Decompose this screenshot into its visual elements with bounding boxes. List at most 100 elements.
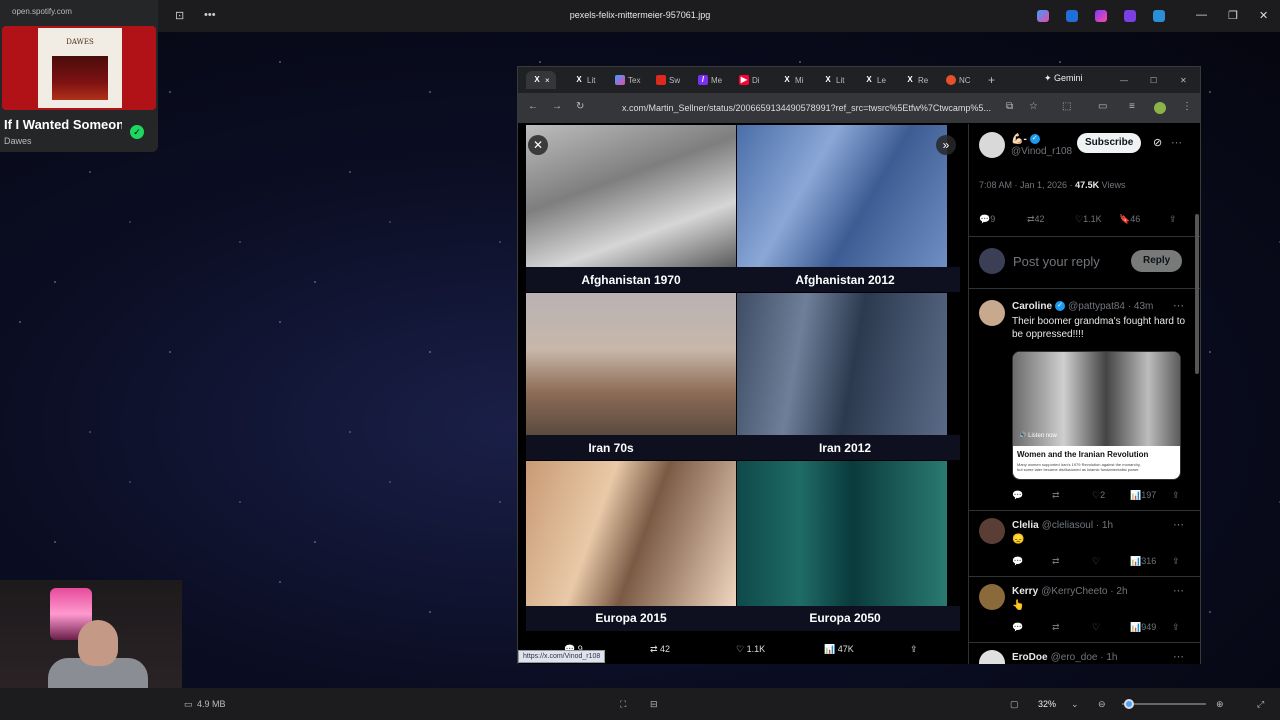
reply-action[interactable]: 💬 (1012, 556, 1023, 567)
tab-active[interactable]: X × (526, 71, 556, 89)
post-time[interactable]: 7:08 AM · Jan 1, 2026 (979, 180, 1067, 190)
more-icon[interactable]: ⋯ (1171, 136, 1182, 149)
spotify-mini-player[interactable]: open.spotify.com DAWES If I Wanted Someo… (0, 0, 158, 152)
tab[interactable]: X Lit (574, 71, 595, 89)
new-tab-button[interactable]: + (988, 71, 995, 89)
edit-icon[interactable] (1066, 10, 1078, 22)
avatar[interactable] (979, 132, 1005, 158)
avatar[interactable] (979, 650, 1005, 664)
views-action[interactable]: 📊 316 (1130, 556, 1156, 567)
more-icon[interactable]: ⋯ (1173, 299, 1184, 312)
profile-avatar[interactable] (1154, 102, 1166, 114)
reply-author-handle[interactable]: @ero_doe · 1h (1051, 652, 1118, 663)
designer-icon[interactable] (1095, 10, 1107, 22)
fit-window-icon[interactable]: ▢ (1010, 699, 1019, 710)
text-extract-icon[interactable]: ⊟ (650, 699, 658, 710)
repost-action[interactable]: ⇄ 42 (1027, 214, 1045, 225)
repost-action[interactable]: ⇄ 42 (650, 644, 670, 655)
share-icon[interactable]: ⇪ (1169, 214, 1177, 225)
install-app-icon[interactable]: ⧉ (1006, 101, 1013, 112)
tab[interactable]: X Le (864, 71, 886, 89)
views-action[interactable]: 📊 47K (824, 644, 854, 655)
next-media-button[interactable]: » (936, 135, 956, 155)
reply-action[interactable]: 💬 (1012, 622, 1023, 633)
reply-author-handle[interactable]: @pattypat84 · 43m (1068, 301, 1153, 312)
close-media-button[interactable]: ✕ (528, 135, 548, 155)
more-icon[interactable]: ⋯ (1173, 650, 1184, 663)
close-icon[interactable]: ✕ (1259, 9, 1268, 22)
clipchamp-icon[interactable] (1124, 10, 1136, 22)
forward-icon[interactable]: → (552, 101, 562, 112)
repost-action[interactable]: ⇄ (1052, 556, 1060, 567)
tab[interactable]: ▶ Di (739, 71, 760, 89)
like-action[interactable]: ♡ 1.1K (1075, 214, 1102, 225)
zoom-slider-track[interactable] (1122, 703, 1206, 705)
share-icon[interactable]: ⇪ (910, 644, 918, 655)
address-bar[interactable]: x.com/Martin_Sellner/status/200665913449… (602, 98, 994, 118)
link-card[interactable]: 🔊 Listen now Women and the Iranian Revol… (1012, 351, 1181, 480)
repost-action[interactable]: ⇄ (1052, 490, 1060, 501)
like-action[interactable]: ♡ (1092, 556, 1100, 567)
close-icon[interactable]: ✕ (1180, 71, 1187, 89)
avatar[interactable] (979, 518, 1005, 544)
reply-author-handle[interactable]: @cleliasoul · 1h (1042, 520, 1113, 531)
tab[interactable]: X Lit (823, 71, 844, 89)
share-icon[interactable]: ⇪ (1172, 490, 1180, 501)
more-icon[interactable]: ⋯ (1173, 518, 1184, 531)
reply-action[interactable]: 💬 (1012, 490, 1023, 501)
tab[interactable]: / Me (698, 71, 722, 89)
zoom-in-icon[interactable]: ⊕ (1216, 699, 1224, 710)
reading-list-icon[interactable]: ≡ (1129, 101, 1135, 112)
scrollbar[interactable] (1195, 214, 1199, 374)
tab[interactable]: X Re (905, 71, 928, 89)
zoom-slider-thumb[interactable] (1124, 699, 1134, 709)
avatar[interactable] (979, 584, 1005, 610)
gemini-button[interactable]: ✦ Gemini (1044, 73, 1083, 84)
reply-author-name[interactable]: EroDoe (1012, 652, 1048, 663)
views-action[interactable]: 📊 949 (1130, 622, 1156, 633)
avatar[interactable] (979, 300, 1005, 326)
author-handle[interactable]: @Vinod_r108 (1011, 146, 1072, 157)
like-action[interactable]: ♡ 1.1K (736, 644, 765, 655)
share-icon[interactable]: ⇪ (1172, 622, 1180, 633)
zoom-out-icon[interactable]: ⊖ (1098, 699, 1106, 710)
copilot-icon[interactable] (1037, 10, 1049, 22)
minimize-icon[interactable]: — (1196, 9, 1207, 21)
reply-button[interactable]: Reply (1131, 250, 1183, 272)
subscribe-button[interactable]: Subscribe (1077, 133, 1142, 153)
share-icon[interactable]: ⇪ (1172, 556, 1180, 567)
maximize-icon[interactable]: ❐ (1228, 9, 1238, 22)
reply-input[interactable]: Post your reply (1013, 254, 1100, 269)
tab[interactable]: NC (946, 71, 971, 89)
tab[interactable]: Sw (656, 71, 680, 89)
views-action[interactable]: 📊 197 (1130, 490, 1156, 501)
repost-action[interactable]: ⇄ (1052, 622, 1060, 633)
minimize-icon[interactable]: — (1120, 71, 1128, 89)
reload-icon[interactable]: ↻ (576, 101, 584, 112)
grok-icon[interactable]: ⊘ (1153, 136, 1162, 149)
bookmark-star-icon[interactable]: ☆ (1029, 101, 1038, 112)
like-action[interactable]: ♡ 2 (1092, 490, 1105, 501)
tab-close[interactable]: × (545, 76, 550, 85)
more-icon[interactable]: ⋯ (1173, 584, 1184, 597)
reply-action[interactable]: 💬 9 (979, 214, 995, 225)
reply-author-handle[interactable]: @KerryCheeto · 2h (1041, 586, 1127, 597)
menu-icon[interactable]: ⋮ (1182, 101, 1192, 112)
zoom-level[interactable]: 32% (1038, 699, 1056, 709)
back-icon[interactable]: ← (528, 101, 538, 112)
reply-author-name[interactable]: Caroline (1012, 301, 1052, 312)
tab[interactable]: Tex (615, 71, 640, 89)
expand-icon[interactable]: ⤢ (1257, 699, 1264, 710)
like-action[interactable]: ♡ (1092, 622, 1100, 633)
split-view-icon[interactable]: ▭ (1098, 101, 1107, 112)
maximize-icon[interactable]: ☐ (1150, 71, 1157, 89)
extensions-icon[interactable]: ⬚ (1062, 101, 1071, 112)
reply-author-name[interactable]: Clelia (1012, 520, 1039, 531)
bookmark-action[interactable]: 🔖 46 (1119, 214, 1140, 225)
check-icon[interactable]: ✓ (130, 125, 144, 139)
author-name[interactable]: 💪🏻- (1011, 134, 1027, 145)
tab[interactable]: X Mi (782, 71, 803, 89)
fit-icon[interactable]: ⛶ (620, 699, 626, 710)
reply-author-name[interactable]: Kerry (1012, 586, 1038, 597)
chevron-down-icon[interactable]: ⌄ (1071, 699, 1079, 710)
